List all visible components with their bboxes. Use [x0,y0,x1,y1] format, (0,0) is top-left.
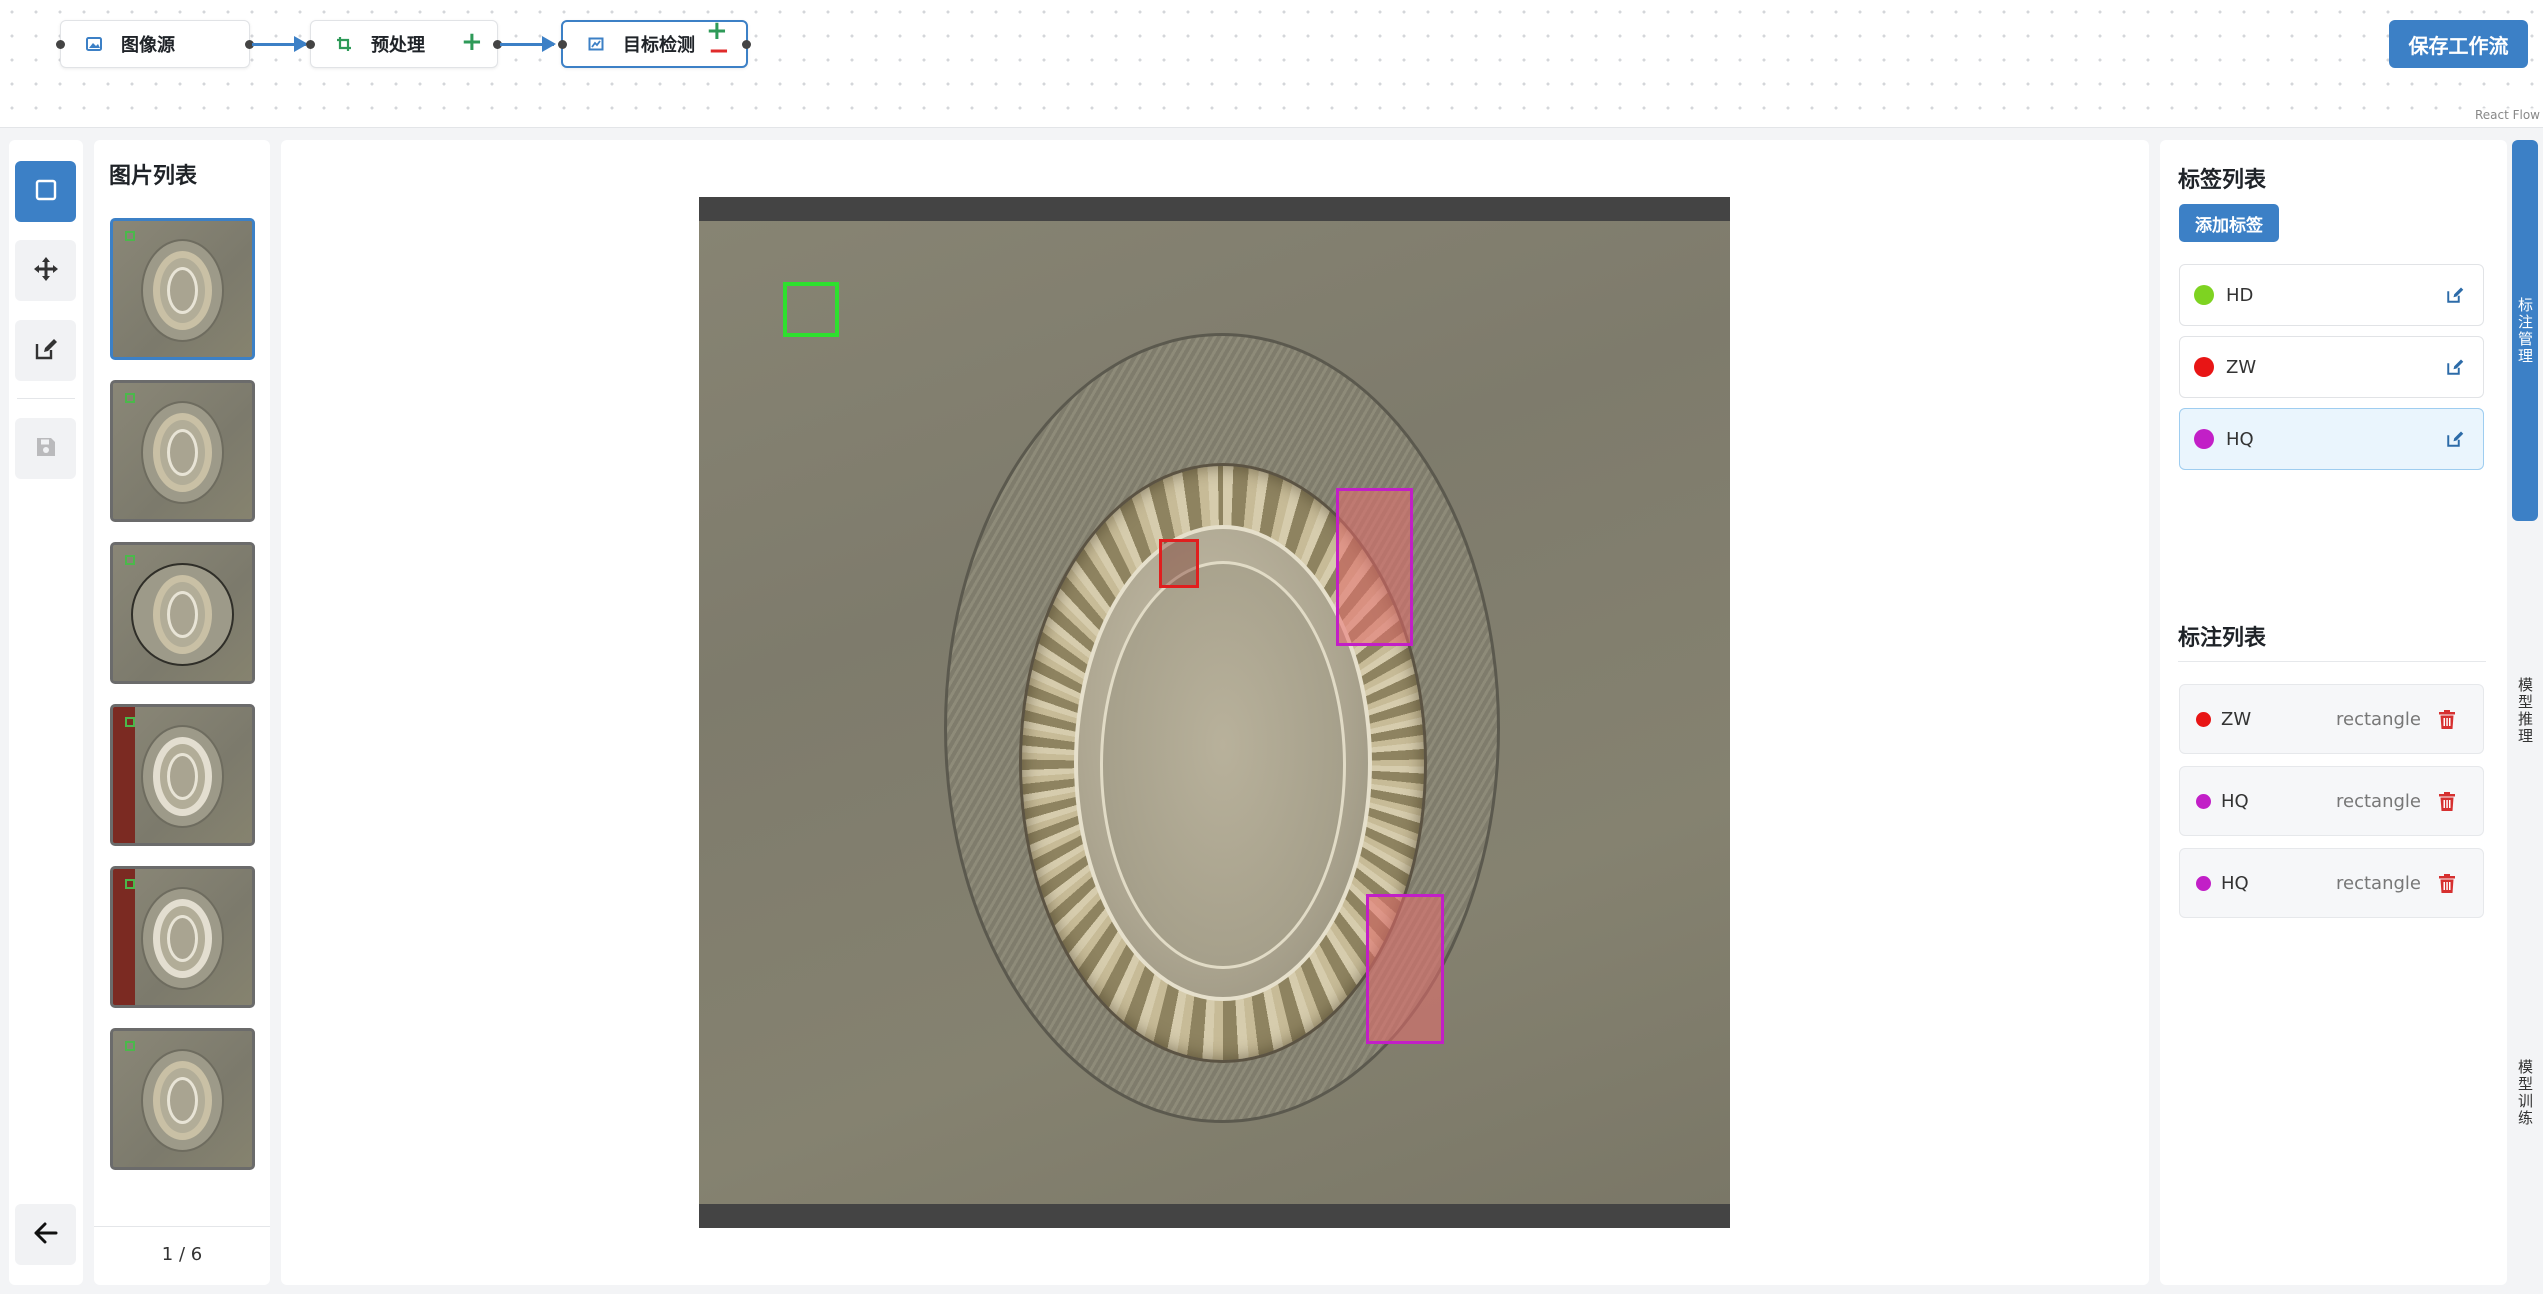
flow-edge [500,36,556,52]
bbox-zw[interactable] [1159,539,1199,588]
edit-icon[interactable] [2445,429,2465,449]
remove-node-icon[interactable]: − [708,38,730,64]
save-workflow-button[interactable]: 保存工作流 [2389,20,2528,68]
annotation-divider [2178,661,2486,662]
annotation-label: ZW [2221,708,2252,730]
label-item-hq[interactable]: HQ [2179,408,2484,470]
label-name: ZW [2226,356,2257,378]
node-handle-in[interactable] [558,39,567,49]
crop-icon [335,35,353,53]
image-thumbnail[interactable] [110,1028,255,1170]
label-item-hd[interactable]: HD [2179,264,2484,326]
move-icon [33,256,59,286]
image-pager: 1 / 6 [161,1244,203,1265]
annotation-item[interactable]: ZW rectangle [2179,684,2484,754]
image-border-top [699,197,1730,221]
annotation-type: rectangle [2336,790,2421,812]
annotation-canvas[interactable] [281,140,2149,1285]
image-thumbnail[interactable] [110,866,255,1008]
annotation-item[interactable]: HQ rectangle [2179,848,2484,918]
label-name: HD [2226,284,2254,306]
flow-node-image-source[interactable]: 图像源 [56,20,254,68]
tab-model-training[interactable]: 模型训练 [2512,901,2538,1285]
workflow-canvas[interactable]: 图像源 预处理 + 目标检测 + − 保存工作流 React Flow [0,0,2543,128]
bbox-hq[interactable] [1336,488,1413,646]
label-name: HQ [2226,428,2254,450]
pager-divider [94,1226,270,1227]
tab-model-inference[interactable]: 模型推理 [2512,521,2538,901]
move-tool-button[interactable] [15,240,76,301]
flow-node-preprocess[interactable]: 预处理 + [306,20,502,68]
edit-tool-button[interactable] [15,320,76,381]
flow-edge [252,36,308,52]
label-color-dot [2194,357,2214,377]
image-list-panel: 图片列表 1 / 6 [94,140,270,1285]
label-item-zw[interactable]: ZW [2179,336,2484,398]
rectangle-tool-button[interactable] [15,161,76,222]
weld-image[interactable] [699,197,1730,1228]
image-icon [85,35,103,53]
edit-icon[interactable] [2445,357,2465,377]
annotation-list-title: 标注列表 [2178,626,2267,651]
annotation-color-dot [2196,875,2211,891]
add-node-icon[interactable]: + [461,29,483,55]
annotation-item[interactable]: HQ rectangle [2179,766,2484,836]
annotation-type: rectangle [2336,708,2421,730]
annotation-label: HQ [2221,790,2249,812]
image-border-bottom [699,1204,1730,1228]
flow-node-object-detection[interactable]: 目标检测 + − [558,18,751,68]
annotation-color-dot [2196,793,2211,809]
bbox-hq[interactable] [1366,894,1444,1044]
node-handle-in[interactable] [306,39,315,49]
add-label-button[interactable]: 添加标签 [2179,204,2279,242]
tool-rail [9,140,83,1285]
save-annotation-button[interactable] [15,418,76,479]
image-thumbnail[interactable] [110,704,255,846]
label-management-panel: 标签列表 添加标签 HD ZW HQ 标注列表 ZW rectangle HQ … [2160,140,2507,1285]
trash-icon[interactable] [2437,872,2457,894]
flow-node-label: 目标检测 [623,35,695,56]
edit-icon[interactable] [2445,285,2465,305]
side-tabs: 标注管理 模型推理 模型训练 [2512,140,2543,1285]
back-button[interactable] [15,1204,76,1265]
center-disc [1100,561,1346,969]
trash-icon[interactable] [2437,790,2457,812]
square-icon [35,179,57,205]
annotation-color-dot [2196,711,2211,727]
tab-label-management[interactable]: 标注管理 [2512,140,2538,521]
tool-divider [17,398,75,399]
node-handle-out[interactable] [742,39,751,49]
node-handle-in[interactable] [56,39,65,49]
annotation-type: rectangle [2336,872,2421,894]
edit-icon [34,337,58,365]
detect-icon [587,35,605,53]
image-list-title: 图片列表 [109,164,198,189]
annotation-label: HQ [2221,872,2249,894]
label-color-dot [2194,285,2214,305]
image-thumbnail[interactable] [110,542,255,684]
image-thumbnail[interactable] [110,218,255,360]
label-color-dot [2194,429,2214,449]
floppy-icon [35,436,57,462]
bbox-hd[interactable] [783,282,839,337]
flow-node-label: 预处理 [371,35,425,56]
label-list-title: 标签列表 [2178,168,2267,193]
arrow-left-icon [34,1222,58,1248]
image-thumbnail[interactable] [110,380,255,522]
flow-node-label: 图像源 [121,35,175,56]
trash-icon[interactable] [2437,708,2457,730]
react-flow-attribution[interactable]: React Flow [2471,108,2543,122]
